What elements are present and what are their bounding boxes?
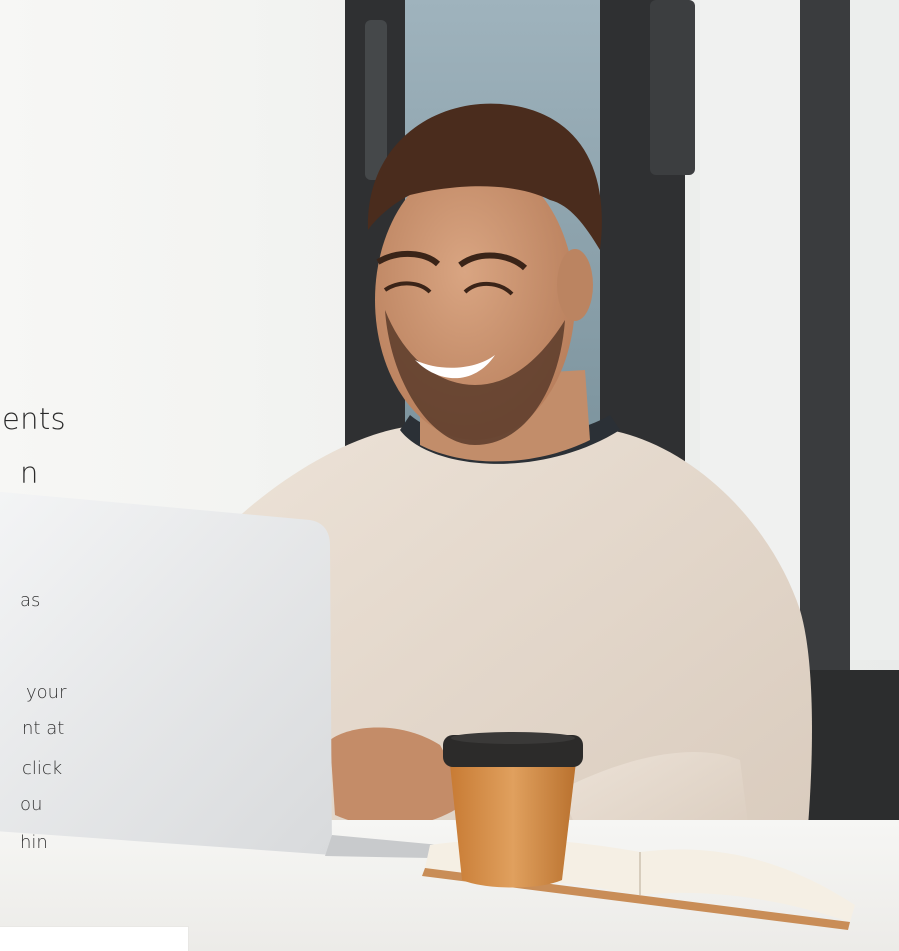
bottom-panel-edge: [0, 927, 188, 951]
ear: [557, 249, 593, 321]
laptop-lid: [0, 491, 332, 855]
hero-image: [0, 0, 899, 951]
window-handle: [650, 0, 695, 175]
hero-illustration: [0, 0, 899, 951]
coffee-lid-top: [451, 732, 575, 744]
window-frame-right: [800, 0, 850, 680]
window-handle-left: [365, 20, 387, 180]
window-bright-right: [850, 0, 899, 660]
